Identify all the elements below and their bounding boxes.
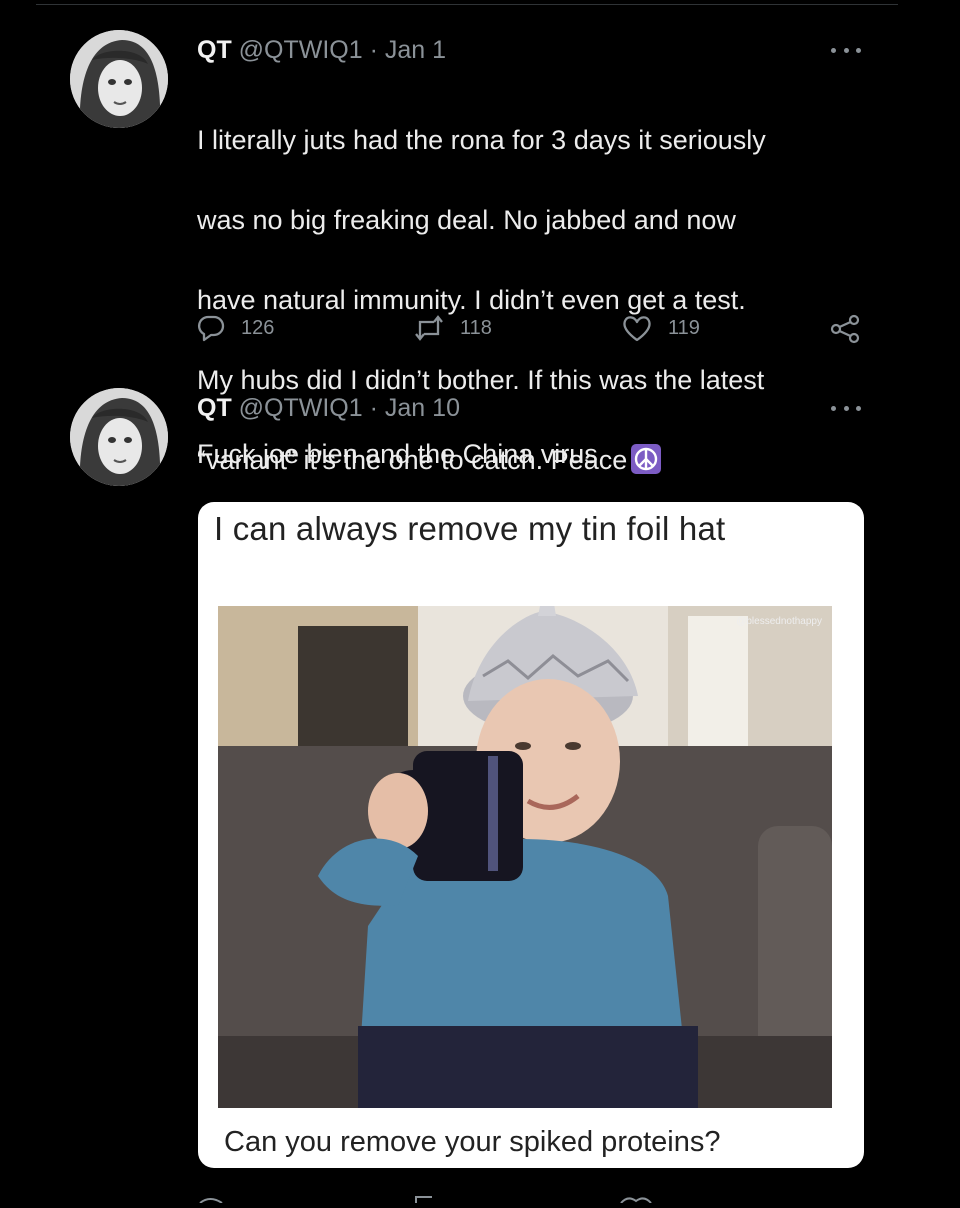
reply-icon [197, 315, 225, 342]
heart-icon [623, 316, 651, 342]
reply-button[interactable]: 126 [195, 312, 274, 344]
tweet-date[interactable]: Jan 1 [385, 36, 446, 64]
avatar[interactable] [70, 388, 168, 486]
user-handle[interactable]: @QTWIQ1 [239, 394, 363, 422]
meme-photo: @blessednothappy [218, 606, 832, 1108]
separator-dot: · [369, 394, 378, 422]
retweet-count: 118 [460, 316, 492, 339]
tweet-text: Fuck joe bien and the China virus [197, 439, 598, 469]
share-button[interactable] [828, 312, 862, 346]
reply-count: 126 [241, 316, 275, 339]
more-options-icon[interactable] [831, 403, 861, 413]
avatar-photo [70, 30, 168, 128]
avatar-photo [70, 388, 168, 486]
next-actions-row-cropped [196, 1190, 896, 1204]
display-name[interactable]: QT [197, 36, 232, 64]
more-options-icon[interactable] [831, 45, 861, 55]
separator-dot: · [369, 36, 378, 64]
avatar[interactable] [70, 30, 168, 128]
tweet-media-image[interactable]: I can always remove my tin foil hat @ble… [198, 502, 864, 1168]
tweet-text-line: I literally juts had the rona for 3 days… [197, 125, 766, 155]
retweet-button[interactable]: 118 [412, 312, 492, 344]
tweet-actions: 126 118 119 [0, 312, 960, 348]
tweet-text-line: was no big freaking deal. No jabbed and … [197, 205, 736, 235]
tweet-date[interactable]: Jan 10 [385, 394, 460, 422]
tweet-header: QT @QTWIQ1 · Jan 1 [197, 36, 446, 65]
tweet-header: QT @QTWIQ1 · Jan 10 [197, 394, 460, 423]
display-name[interactable]: QT [197, 394, 232, 422]
retweet-icon [415, 315, 443, 341]
child-tinfoil-hat-illustration [218, 606, 832, 1108]
share-icon [830, 314, 860, 344]
like-count: 119 [668, 316, 700, 339]
user-handle[interactable]: @QTWIQ1 [239, 36, 363, 64]
meme-watermark: @blessednothappy [736, 616, 822, 627]
cropped-action-icons [199, 1196, 652, 1204]
meme-bottom-caption: Can you remove your spiked proteins? [224, 1126, 721, 1158]
meme-top-caption: I can always remove my tin foil hat [214, 510, 726, 547]
tweet-1[interactable]: QT @QTWIQ1 · Jan 1 I literally juts had … [0, 0, 960, 475]
like-button[interactable]: 119 [620, 312, 700, 344]
